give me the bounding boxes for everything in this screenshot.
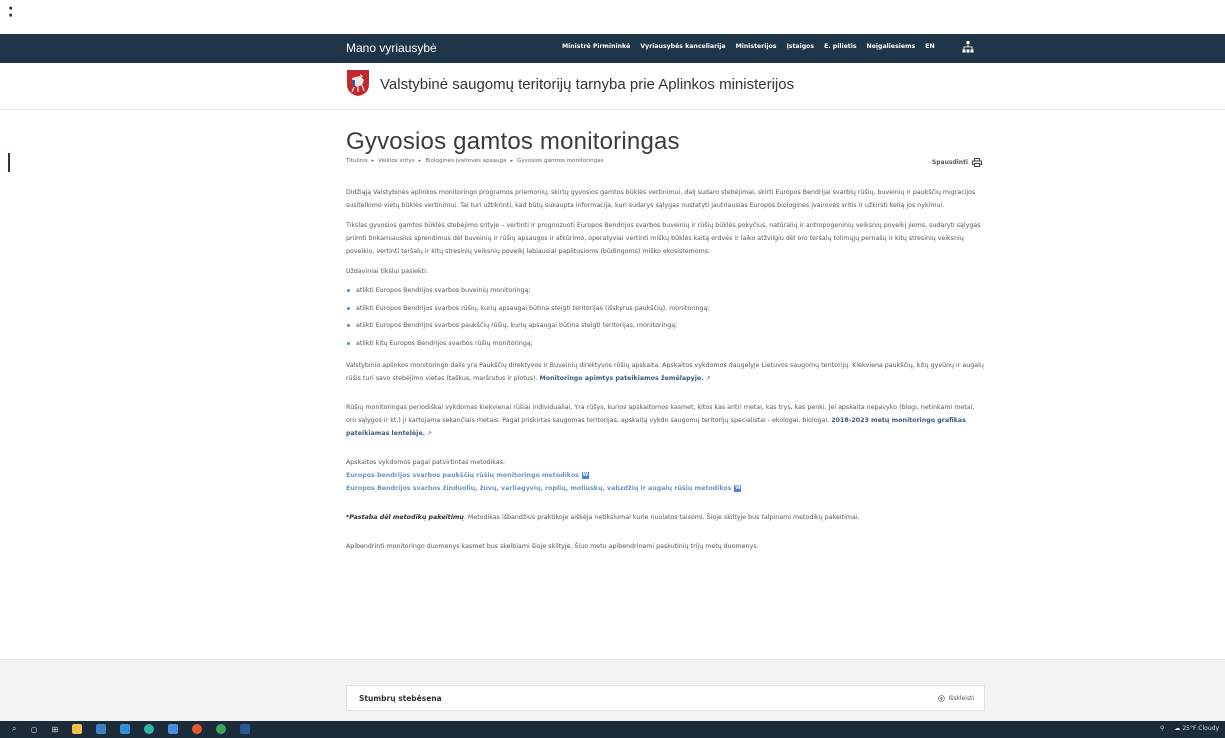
external-link-icon: ↗ bbox=[705, 375, 711, 382]
tasks-list: atlikti Europos Bendrijos svarbos buvein… bbox=[346, 282, 986, 352]
weather-widget[interactable]: ☁ 25°F Cloudy bbox=[1174, 725, 1219, 732]
list-item: atlikti Europos Bendrijos svarbos paukšč… bbox=[346, 317, 986, 335]
nav-link-premier[interactable]: Ministrė Pirmininkė bbox=[562, 43, 630, 50]
more-options-icon[interactable]: · · bbox=[8, 2, 13, 23]
nav-link-institutions[interactable]: Įstaigos bbox=[786, 43, 814, 50]
paragraph-note: *Pastaba dėl metodikų pakeitimų. Metodik… bbox=[346, 511, 986, 524]
brand-link[interactable]: Mano vyriausybė bbox=[346, 41, 437, 55]
system-tray: ⚲ ☁ 25°F Cloudy bbox=[1160, 725, 1219, 732]
breadcrumb-item-home[interactable]: Titulinis bbox=[346, 158, 368, 164]
photos-icon[interactable] bbox=[168, 724, 179, 734]
text-cursor bbox=[8, 153, 10, 172]
method-link-species-label: Europos Bendrijos svarbos žinduolių, žuv… bbox=[346, 485, 732, 492]
breadcrumb-arrow-icon: ▸ bbox=[371, 158, 375, 164]
site-title[interactable]: Valstybinė saugomų teritorijų tarnyba pr… bbox=[380, 76, 794, 93]
breadcrumb-item-activities[interactable]: Veiklos sritys bbox=[378, 158, 414, 164]
paragraph-summary: Apibendrinti monitoringo duomenys kasmet… bbox=[346, 543, 759, 550]
breadcrumb: Titulinis ▸ Veiklos sritys ▸ Biologinės … bbox=[346, 158, 986, 164]
page-title: Gyvosios gamtos monitoringas bbox=[346, 128, 680, 155]
breadcrumb-row: Titulinis ▸ Veiklos sritys ▸ Biologinės … bbox=[346, 158, 986, 172]
sitemap-icon[interactable] bbox=[962, 41, 974, 53]
expand-button[interactable]: Išskleisti bbox=[938, 695, 974, 702]
people-icon[interactable]: ⚲ bbox=[1160, 725, 1164, 732]
accordion-title: Stumbrų stebėsena bbox=[359, 694, 442, 703]
expand-label: Išskleisti bbox=[948, 695, 974, 702]
nav-links: Ministrė Pirmininkė Vyriausybės kancelia… bbox=[562, 43, 935, 50]
print-button[interactable]: Spausdinti bbox=[932, 158, 982, 167]
main-content: Gyvosios gamtos monitoringas Titulinis ▸… bbox=[346, 128, 986, 553]
search-icon[interactable]: ⌕ bbox=[12, 724, 16, 734]
list-item: atlikti Europos Bendrijos svarbos buvein… bbox=[346, 282, 986, 300]
nav-link-ministries[interactable]: Ministerijos bbox=[736, 43, 777, 50]
note-text: . Metodikas išbandžius praktikoje aiškėj… bbox=[463, 514, 860, 521]
map-link[interactable]: Monitoringo apimtys pateikiamos žemėlapy… bbox=[539, 375, 703, 382]
weather-text: 25°F Cloudy bbox=[1182, 725, 1219, 732]
method-link-birds-label: Europos bendrijos svarbos paukščių rūšių… bbox=[346, 472, 579, 479]
site-header: Valstybinė saugomų teritorijų tarnyba pr… bbox=[0, 63, 1225, 110]
paragraph-intro: Didžiąją Valstybinės aplinkos monitoring… bbox=[346, 189, 976, 209]
expand-plus-icon bbox=[938, 695, 946, 702]
word-document-icon: W bbox=[581, 472, 589, 479]
mail-icon[interactable] bbox=[120, 724, 131, 734]
method-link-species[interactable]: Europos Bendrijos svarbos žinduolių, žuv… bbox=[346, 482, 986, 495]
nav-link-disabled[interactable]: Neįgaliesiems bbox=[867, 43, 916, 50]
top-navigation: Mano vyriausybė Ministrė Pirmininkė Vyri… bbox=[0, 34, 1225, 63]
nav-link-chancellery[interactable]: Vyriausybės kanceliarija bbox=[640, 43, 725, 50]
list-item: atlikti Europos Bendrijos svarbos rūšių,… bbox=[346, 300, 986, 318]
breadcrumb-item-biodiversity[interactable]: Biologinės įvairovės apsauga bbox=[425, 158, 506, 164]
note-label: *Pastaba dėl metodikų pakeitimų bbox=[346, 514, 464, 521]
print-label: Spausdinti bbox=[931, 159, 968, 166]
breadcrumb-item-current: Gyvosios gamtos monitoringas bbox=[517, 158, 604, 164]
coat-of-arms-icon[interactable] bbox=[346, 69, 370, 97]
word-icon[interactable] bbox=[240, 724, 251, 734]
taskbar-apps: ⌕ ○ ⊞ bbox=[12, 724, 251, 734]
nav-link-en[interactable]: EN bbox=[925, 43, 934, 50]
calendar-icon[interactable] bbox=[96, 724, 107, 734]
accordion-bison-monitoring[interactable]: Stumbrų stebėsena Išskleisti bbox=[346, 685, 985, 711]
paragraph-species: Rūšių monitoringas periodiškai vykdomas … bbox=[346, 401, 986, 440]
task-view-icon[interactable]: ⊞ bbox=[51, 725, 58, 734]
firefox-icon[interactable] bbox=[192, 724, 203, 734]
paragraph-tasks-heading: Uždaviniai tikslui pasiekti: bbox=[346, 268, 428, 275]
nav-link-e-citizen[interactable]: E. pilietis bbox=[824, 43, 856, 50]
paragraph-monitoring: Valstybinio aplinkos monitoringo dalis y… bbox=[346, 359, 986, 385]
list-item: atlikti kitų Europos Bendrijos svarbos r… bbox=[346, 335, 986, 353]
breadcrumb-arrow-icon: ▸ bbox=[510, 158, 514, 164]
method-link-birds[interactable]: Europos bendrijos svarbos paukščių rūšių… bbox=[346, 469, 986, 482]
breadcrumb-arrow-icon: ▸ bbox=[418, 158, 422, 164]
browser-toolbar: · · bbox=[0, 0, 1225, 34]
printer-icon bbox=[972, 158, 982, 167]
paragraph-goal: Tikslas gyvosios gamtos būklės stebėjimo… bbox=[346, 222, 981, 255]
file-explorer-icon[interactable] bbox=[72, 724, 83, 734]
word-document-icon: W bbox=[734, 485, 742, 492]
external-link-icon: ↗ bbox=[427, 430, 433, 437]
chrome-icon[interactable] bbox=[216, 724, 227, 734]
paragraph-methods-heading: Apskaitos vykdomos pagal patvirtintas me… bbox=[346, 459, 506, 466]
edge-icon[interactable] bbox=[144, 724, 155, 734]
os-taskbar: ⌕ ○ ⊞ ⚲ ☁ 25°F Cloudy bbox=[0, 721, 1225, 738]
cortana-icon[interactable]: ○ bbox=[30, 725, 37, 734]
